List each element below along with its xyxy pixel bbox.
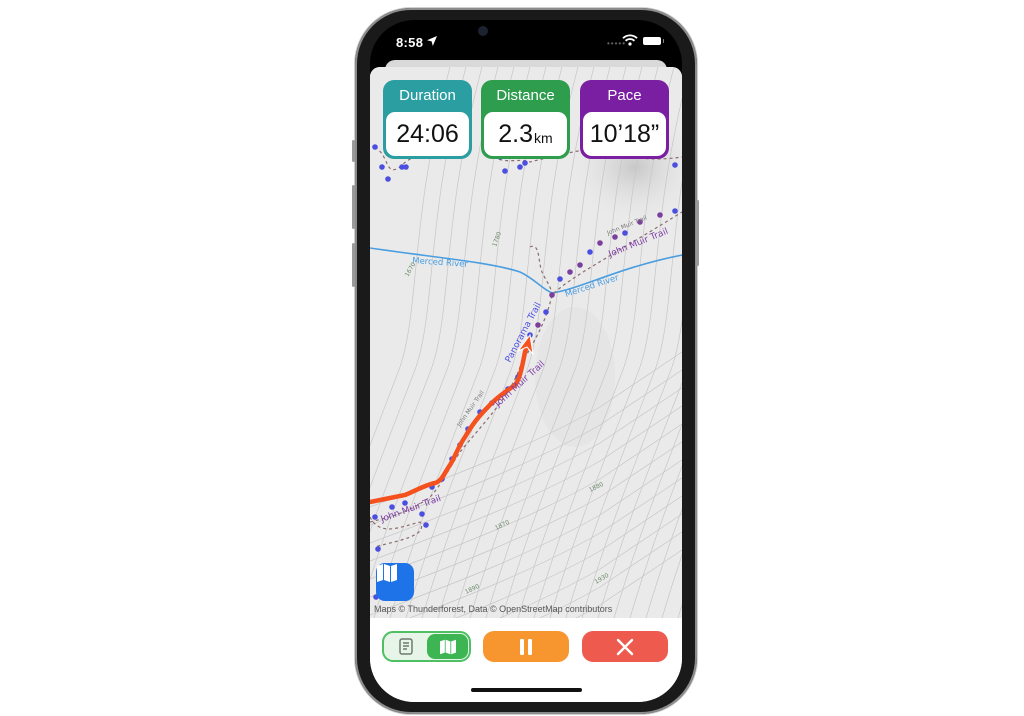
volume-up-button [352, 185, 355, 229]
distance-value: 2.3 [498, 119, 534, 148]
distance-label: Distance [496, 87, 555, 104]
hill-shade [535, 307, 615, 447]
waypoint-marker [543, 309, 549, 315]
location-arrow-icon [427, 36, 437, 46]
recorded-track [370, 340, 531, 505]
waypoint-marker [372, 514, 378, 520]
waypoint-marker [389, 504, 395, 510]
map-label-trail-small: John Muir Trail [455, 389, 486, 429]
waypoint-marker [587, 249, 593, 255]
distance-unit: km [534, 129, 553, 146]
status-bar: 8:58 ••••• [370, 20, 682, 64]
status-time: 8:58 [396, 35, 424, 50]
battery-icon [643, 37, 664, 45]
view-toggle[interactable] [382, 631, 471, 662]
duration-value: 24:06 [396, 119, 459, 148]
waypoint-marker [517, 164, 523, 170]
front-camera [478, 26, 488, 36]
waypoint-marker [419, 511, 425, 517]
contour-label: 1880 [588, 481, 605, 494]
stop-button[interactable] [582, 631, 668, 662]
screen: 8:58 ••••• Merced River Merced River Joh… [370, 20, 682, 702]
waypoint-marker [502, 168, 508, 174]
document-icon [399, 638, 413, 655]
pace-value: 10’18” [589, 119, 660, 148]
map-view[interactable]: Merced River Merced River John Muir Trai… [370, 67, 682, 618]
wifi-icon [622, 34, 638, 46]
contour-line [370, 405, 682, 562]
waypoint-marker [522, 160, 528, 166]
power-button [696, 200, 699, 266]
map-style-button[interactable] [376, 563, 414, 601]
map-icon [439, 639, 456, 654]
waypoint-marker [375, 546, 381, 552]
waypoint-marker [535, 322, 541, 328]
contour-label: 1890 [464, 583, 481, 596]
waypoint-marker [597, 240, 603, 246]
waypoint-marker [672, 208, 678, 214]
waypoint-marker [379, 164, 385, 170]
contour-line [370, 387, 682, 544]
map-label-river: Merced River [412, 256, 469, 270]
pace-card: Pace 10’18” [580, 80, 669, 159]
mute-switch [352, 140, 355, 162]
home-indicator [471, 688, 582, 692]
map-label-river: Merced River [564, 273, 621, 300]
waypoint-marker [423, 522, 429, 528]
contour-line [370, 441, 682, 598]
contour-label: 1870 [494, 519, 511, 532]
volume-down-button [352, 243, 355, 287]
waypoint-marker [567, 269, 573, 275]
duration-label: Duration [399, 87, 456, 104]
pause-button[interactable] [483, 631, 569, 662]
close-icon [616, 638, 634, 655]
waypoint-marker [549, 292, 555, 298]
contour-line [499, 513, 682, 618]
waypoint-marker [372, 144, 378, 150]
bottom-toolbar [370, 618, 682, 702]
waypoint-marker [557, 276, 563, 282]
summary-view-option[interactable] [384, 633, 428, 660]
workout-sheet: Merced River Merced River John Muir Trai… [370, 67, 682, 702]
contour-label: 1780 [491, 231, 503, 248]
pause-icon [520, 638, 532, 655]
waypoint-marker [672, 162, 678, 168]
waypoint-marker [657, 212, 663, 218]
map-view-option[interactable] [427, 634, 468, 659]
map-icon [377, 564, 397, 582]
waypoint-marker [403, 164, 409, 170]
pace-label: Pace [607, 87, 642, 104]
duration-card: Duration 24:06 [383, 80, 472, 159]
distance-card: Distance 2.3 km [481, 80, 570, 159]
waypoint-marker [385, 176, 391, 182]
map-attribution[interactable]: Maps © Thunderforest, Data © OpenStreetM… [374, 604, 612, 614]
waypoint-marker [577, 262, 583, 268]
